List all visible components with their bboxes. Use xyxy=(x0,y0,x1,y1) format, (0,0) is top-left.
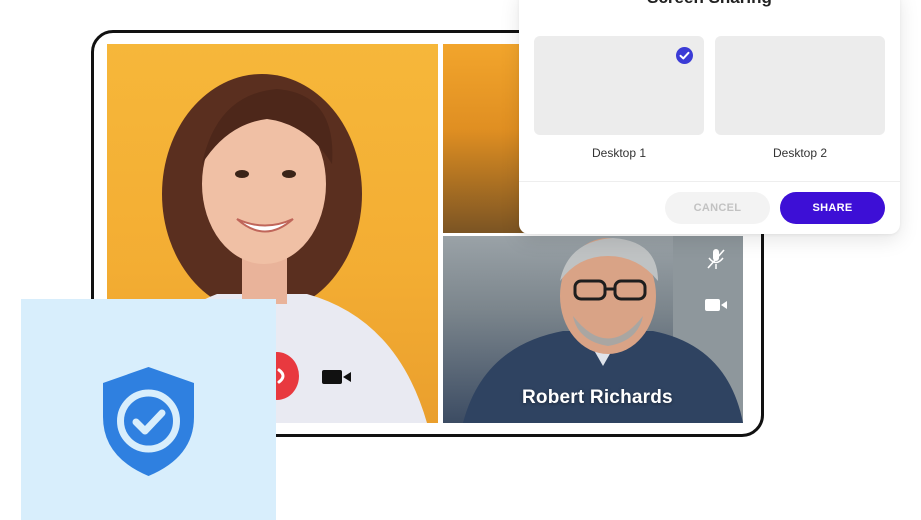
security-card xyxy=(21,299,276,520)
participant-tile-3[interactable]: Robert Richards xyxy=(443,236,743,423)
shield-check-icon xyxy=(103,367,194,476)
screen-sharing-dialog: Screen Sharing Desktop 1 Desktop 2 CANCE… xyxy=(519,0,900,234)
video-camera-icon xyxy=(322,370,351,384)
screen-option-desktop-2[interactable] xyxy=(715,36,885,135)
dialog-title: Screen Sharing xyxy=(519,0,900,8)
participant-name-label: Robert Richards xyxy=(522,387,673,408)
share-button[interactable]: SHARE xyxy=(780,192,885,224)
video-toggle-button[interactable] xyxy=(322,369,352,390)
check-icon xyxy=(676,47,693,64)
screen-option-label: Desktop 1 xyxy=(591,146,647,160)
screen-option-label: Desktop 2 xyxy=(772,146,828,160)
mic-muted-icon[interactable] xyxy=(707,248,725,275)
dialog-divider xyxy=(519,181,900,182)
video-camera-icon[interactable] xyxy=(705,298,727,316)
screen-option-desktop-1[interactable] xyxy=(534,36,704,135)
cancel-button[interactable]: CANCEL xyxy=(665,192,770,224)
